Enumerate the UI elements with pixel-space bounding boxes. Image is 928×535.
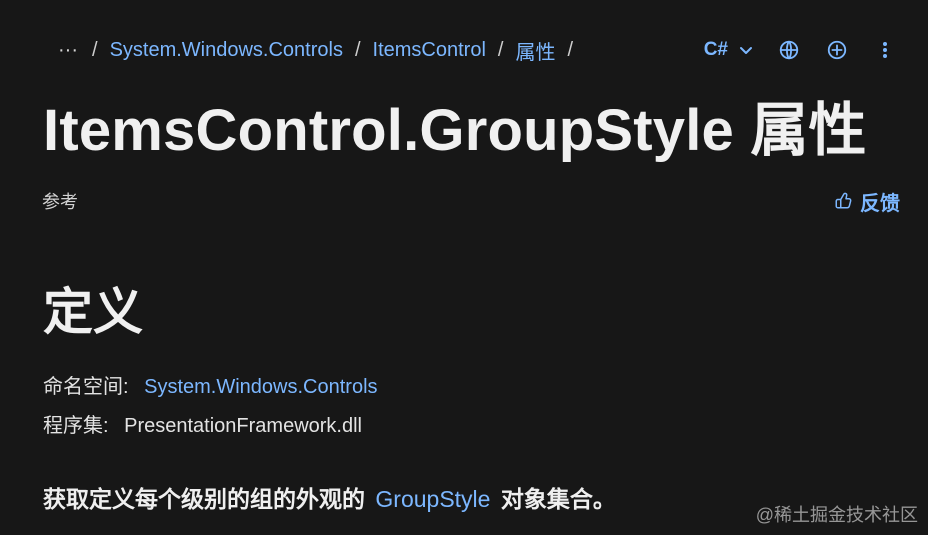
add-button[interactable] [824, 37, 850, 63]
watermark: @稀土掘金技术社区 [755, 505, 918, 525]
top-navigation: ··· / System.Windows.Controls / ItemsCon… [0, 0, 928, 100]
summary: 获取定义每个级别的组的外观的 GroupStyle 对象集合。 [43, 483, 616, 515]
breadcrumb-link-system-windows-controls[interactable]: System.Windows.Controls [110, 39, 343, 62]
breadcrumb-separator: / [92, 38, 98, 61]
assembly-label: 程序集: [43, 415, 109, 437]
breadcrumb-link-itemscontrol[interactable]: ItemsControl [373, 39, 486, 62]
more-actions-button[interactable] [872, 37, 898, 63]
assembly-value: PresentationFramework.dll [124, 415, 362, 437]
globe-icon [778, 39, 800, 61]
vertical-ellipsis-icon [876, 39, 894, 61]
breadcrumb-more-button[interactable]: ··· [56, 38, 80, 62]
namespace-link[interactable]: System.Windows.Controls [144, 376, 377, 398]
breadcrumb-separator: / [567, 38, 574, 61]
assembly-line: 程序集: PresentationFramework.dll [43, 413, 362, 439]
language-label: C# [703, 39, 728, 60]
meta-row: 参考 反馈 [42, 186, 900, 216]
page-tools: C# [704, 33, 898, 67]
breadcrumb-separator: / [497, 38, 504, 61]
reference-label: 参考 [42, 192, 78, 212]
summary-groupstyle-link[interactable]: GroupStyle [375, 486, 490, 512]
feedback-button[interactable]: 反馈 [834, 187, 900, 216]
page-title: ItemsControl.GroupStyle 属性 [43, 98, 867, 163]
breadcrumb-separator: / [354, 38, 361, 61]
chevron-down-icon [738, 42, 754, 58]
namespace-line: 命名空间: System.Windows.Controls [43, 374, 378, 400]
feedback-label: 反馈 [860, 192, 900, 215]
thumb-up-icon [834, 192, 852, 210]
summary-text-after: 对象集合。 [500, 486, 616, 512]
ellipsis-icon: ··· [58, 38, 78, 61]
definition-heading: 定义 [43, 284, 143, 340]
language-selector[interactable]: C# [704, 39, 754, 61]
globe-button[interactable] [776, 37, 802, 63]
breadcrumb: ··· / System.Windows.Controls / ItemsCon… [56, 36, 575, 64]
namespace-label: 命名空间: [43, 376, 129, 398]
plus-circle-icon [826, 39, 848, 61]
summary-text-before: 获取定义每个级别的组的外观的 [43, 486, 365, 512]
breadcrumb-link-properties[interactable]: 属性 [515, 36, 555, 65]
